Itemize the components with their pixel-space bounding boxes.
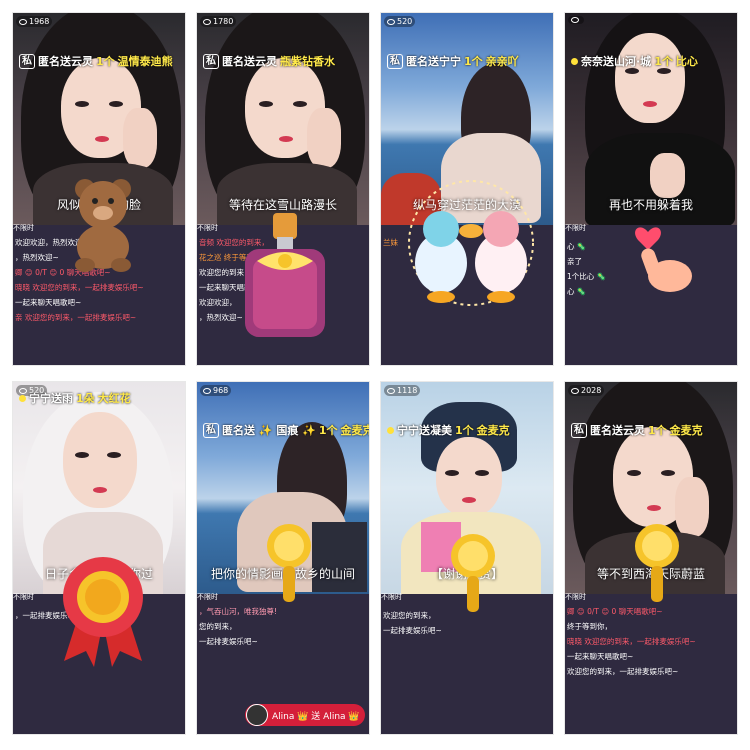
- teddy-bear-icon: [75, 179, 131, 272]
- viewers-icon: [571, 17, 579, 23]
- gift-banner: 私 匿名送云灵 1个 温情泰迪熊: [19, 53, 181, 69]
- gift-amount: 1个: [96, 55, 115, 68]
- gift-amount: 1个: [455, 424, 474, 437]
- viewers-icon: [203, 18, 211, 25]
- gift-banner: 宁宁送雨 1朵 大红花: [19, 390, 181, 406]
- time-tag: 不限时: [197, 224, 218, 232]
- chat-message: 欢迎您的到来，一起排麦娱乐吧~: [567, 667, 679, 676]
- live-room-panel-2[interactable]: 1780 私 匿名送云灵 瓶紫钻香水 等待在这雪山路漫长 不限时 音频 欢迎您的…: [196, 12, 370, 366]
- live-room-panel-4[interactable]: 奈奈送山河·城 1个 比心 再也不用躲着我 不限时 心 🦠 亲了 1个比心 🦠 …: [564, 12, 738, 366]
- chat-message: 您的到来，: [199, 622, 237, 631]
- kissing-ducks-icon: [408, 180, 534, 306]
- chat-message: 一起排麦娱乐吧~: [199, 637, 258, 646]
- gift-amount: 1个: [318, 424, 338, 437]
- gift-amount: 1朵: [76, 392, 95, 405]
- anonymous-badge-icon: 私: [203, 53, 219, 69]
- time-tag: 不限时: [565, 593, 586, 601]
- gift-dot-icon: [19, 394, 26, 402]
- chat-message: 一起来聊天唱歌吧~: [567, 652, 634, 661]
- perfume-bottle-icon: [245, 213, 325, 337]
- gift-name: 金麦克: [340, 424, 369, 437]
- gift-amount: 1个: [464, 55, 483, 68]
- gift-sender: 匿名送云灵: [590, 424, 645, 437]
- live-room-panel-3[interactable]: 520 私 匿名送宁宁 1个 亲亲吖 纵马穿过茫茫的大漠 兰妹: [380, 12, 554, 366]
- gift-banner: 宁宁送凝美 1个 金麦克: [387, 422, 549, 438]
- avatar: [246, 704, 268, 726]
- gold-mic-icon: [267, 524, 311, 602]
- gift-dot-icon: [387, 426, 394, 434]
- gift-banner: 私 匿名送云灵 1个 金麦克: [571, 422, 733, 438]
- viewer-count: 968: [200, 385, 232, 396]
- viewer-count: 1118: [384, 385, 421, 396]
- time-tag: 不限时: [197, 593, 218, 601]
- gift-name: 金麦克: [669, 424, 703, 437]
- gift-dot-icon: [571, 57, 578, 65]
- gold-mic-icon: [451, 534, 495, 612]
- gift-name: 瓶紫钻香水: [280, 55, 335, 68]
- viewers-icon: [387, 18, 395, 25]
- chat-message: 终于等到你，: [567, 622, 612, 631]
- chat-message: 一起排麦娱乐吧~: [383, 626, 442, 635]
- lyric-caption: 等待在这雪山路漫长: [228, 198, 337, 212]
- viewers-icon: [571, 387, 579, 394]
- gift-banner: 私 匿名送宁宁 1个 亲亲吖: [387, 53, 549, 69]
- time-tag: 不限时: [381, 593, 402, 601]
- viewer-count: [568, 16, 584, 24]
- chat-message: 亲 欢迎您的到来，一起排麦娱乐吧~: [15, 313, 137, 322]
- gift-name: 金麦克: [476, 424, 510, 437]
- gift-sender: 匿名送宁宁: [406, 55, 461, 68]
- viewer-count: 520: [384, 16, 416, 27]
- gift-banner: 私 匿名送云灵 瓶紫钻香水: [203, 53, 365, 69]
- chat-message: 晓晓 欢迎您的到来，一起排麦娱乐吧~: [567, 637, 696, 646]
- gift-notification-pill[interactable]: Alina 👑 送 Alina 👑: [245, 704, 365, 726]
- time-tag: 不限时: [565, 224, 586, 232]
- gift-sender: 匿名送云灵: [38, 55, 93, 68]
- gift-name: 亲亲吖: [485, 55, 519, 68]
- streamer-video: [197, 13, 369, 225]
- anonymous-badge-icon: 私: [571, 422, 587, 438]
- gift-amount: 1个: [648, 424, 667, 437]
- viewer-count: 1780: [200, 16, 237, 27]
- anonymous-badge-icon: 私: [203, 422, 219, 438]
- gift-name: 温情泰迪熊: [117, 55, 173, 68]
- live-room-panel-5[interactable]: 520 宁宁送雨 1朵 大红花 日子会有别人陪你过 不限时 ，一起排麦娱乐吧~: [12, 381, 186, 735]
- live-room-panel-8[interactable]: 2028 私 匿名送云灵 1个 金麦克 等不到西海天际蔚蓝 不限时 卿 😊 0/…: [564, 381, 738, 735]
- gold-medal-ribbon-icon: [63, 557, 143, 667]
- anonymous-badge-icon: 私: [387, 53, 403, 69]
- viewers-icon: [387, 387, 395, 394]
- live-room-panel-6[interactable]: 968 私 匿名送 ✨ 国痕 ✨ 1个 金麦克 把你的情影画在故乡的山间 不限时…: [196, 381, 370, 735]
- gift-sender: 匿名送云灵: [222, 55, 277, 68]
- chat-message: 一起来聊天唱歌吧~: [15, 298, 82, 307]
- pill-text: Alina 👑 送 Alina 👑: [272, 711, 360, 722]
- gift-name: 大红花: [97, 392, 131, 405]
- time-tag: 不限时: [13, 224, 34, 232]
- chat-list: 卿 😊 0/T 😊 0 聊天唱歌吧~ 终于等到你， 晓晓 欢迎您的到来，一起排麦…: [567, 606, 735, 681]
- anonymous-badge-icon: 私: [19, 53, 35, 69]
- chat-message: 晓晓 欢迎您的到来，一起排麦娱乐吧~: [15, 283, 144, 292]
- viewers-icon: [203, 387, 211, 394]
- viewer-count: 1968: [16, 16, 53, 27]
- gift-banner: 奈奈送山河·城 1个 比心: [571, 53, 733, 69]
- viewer-count: 2028: [568, 385, 605, 396]
- gift-sender: 匿名送 ✨ 国痕 ✨: [222, 424, 316, 437]
- chat-list: ，气吞山河，唯我独尊! 您的到来， 一起排麦娱乐吧~: [199, 606, 367, 651]
- live-room-panel-7[interactable]: 1118 宁宁送凝美 1个 金麦克 【谢谢欣赏】 不限时 欢迎您的到来， 一起排…: [380, 381, 554, 735]
- gift-sender: 宁宁送雨: [29, 392, 73, 405]
- gift-banner: 私 匿名送 ✨ 国痕 ✨ 1个 金麦克: [203, 422, 369, 438]
- gold-mic-icon: [635, 524, 679, 602]
- screenshot-collage: 1968 私 匿名送云灵 1个 温情泰迪熊 风似刀割我的脸 不限时 欢迎欢迎，热…: [12, 12, 739, 738]
- time-tag: 不限时: [13, 593, 34, 601]
- gift-sender: 宁宁送凝美: [397, 424, 452, 437]
- streamer-video: [565, 13, 737, 225]
- finger-heart-icon: [635, 227, 692, 292]
- live-room-panel-1[interactable]: 1968 私 匿名送云灵 1个 温情泰迪熊 风似刀割我的脸 不限时 欢迎欢迎，热…: [12, 12, 186, 366]
- gift-name: 比心: [675, 55, 698, 68]
- gift-sender: 奈奈送山河·城: [581, 55, 652, 68]
- viewers-icon: [19, 18, 27, 25]
- gift-amount: 1个: [654, 55, 673, 68]
- lyric-caption: 再也不用躲着我: [608, 198, 693, 212]
